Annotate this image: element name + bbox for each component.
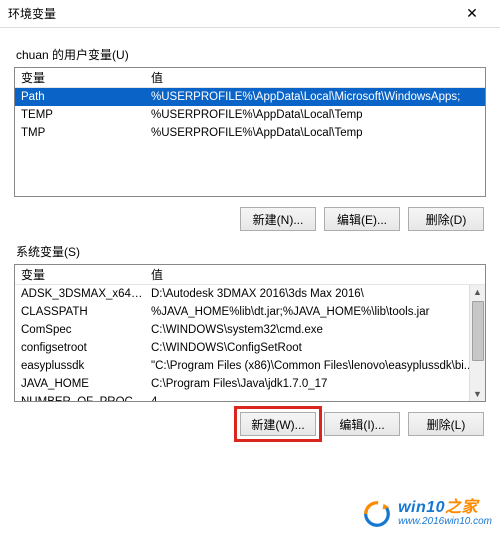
cell-value: D:\Autodesk 3DMAX 2016\3ds Max 2016\ — [145, 288, 485, 300]
table-row[interactable]: configsetroot C:\WINDOWS\ConfigSetRoot — [15, 339, 485, 357]
cell-name: CLASSPATH — [15, 306, 145, 318]
cell-value: C:\Program Files\Java\jdk1.7.0_17 — [145, 378, 485, 390]
watermark-brand-prefix: win10 — [398, 499, 445, 516]
watermark-brand-suffix: 之家 — [445, 499, 478, 516]
edit-user-var-button[interactable]: 编辑(E)... — [324, 207, 400, 231]
cell-value: %USERPROFILE%\AppData\Local\Temp — [145, 127, 485, 139]
cell-value: C:\WINDOWS\system32\cmd.exe — [145, 324, 485, 336]
user-vars-label: chuan 的用户变量(U) — [16, 46, 486, 63]
watermark-url: www.2016win10.com — [398, 517, 492, 528]
system-vars-label: 系统变量(S) — [16, 243, 486, 260]
delete-system-var-button[interactable]: 删除(L) — [408, 412, 484, 436]
table-row[interactable]: CLASSPATH %JAVA_HOME%lib\dt.jar;%JAVA_HO… — [15, 303, 485, 321]
cell-name: NUMBER_OF_PROCESSORS — [15, 396, 145, 402]
scroll-down-icon[interactable]: ▼ — [471, 387, 485, 401]
dialog-content: chuan 的用户变量(U) 变量 值 Path %USERPROFILE%\A… — [0, 28, 500, 454]
user-vars-buttons: 新建(N)... 编辑(E)... 删除(D) — [14, 207, 484, 231]
edit-system-var-button[interactable]: 编辑(I)... — [324, 412, 400, 436]
cell-name: ComSpec — [15, 324, 145, 336]
col-header-value[interactable]: 值 — [145, 69, 485, 86]
col-header-value[interactable]: 值 — [145, 266, 485, 283]
scrollbar[interactable]: ▲ ▼ — [469, 285, 485, 401]
table-row[interactable]: ADSK_3DSMAX_x64_2016 D:\Autodesk 3DMAX 2… — [15, 285, 485, 303]
scroll-up-icon[interactable]: ▲ — [471, 285, 485, 299]
watermark-text: win10之家 www.2016win10.com — [398, 500, 492, 527]
window-title: 环境变量 — [8, 5, 56, 22]
cell-name: ADSK_3DSMAX_x64_2016 — [15, 288, 145, 300]
new-system-var-button[interactable]: 新建(W)... — [240, 412, 316, 436]
system-vars-header: 变量 值 — [15, 265, 485, 285]
titlebar: 环境变量 ✕ — [0, 0, 500, 28]
cell-name: JAVA_HOME — [15, 378, 145, 390]
user-vars-header: 变量 值 — [15, 68, 485, 88]
cell-value: "C:\Program Files (x86)\Common Files\len… — [145, 360, 485, 372]
table-row[interactable]: easyplussdk "C:\Program Files (x86)\Comm… — [15, 357, 485, 375]
cell-value: %USERPROFILE%\AppData\Local\Microsoft\Wi… — [145, 91, 485, 103]
cell-name: TEMP — [15, 109, 145, 121]
cell-value: %JAVA_HOME%lib\dt.jar;%JAVA_HOME%\lib\to… — [145, 306, 485, 318]
close-icon[interactable]: ✕ — [452, 0, 492, 28]
cell-value: C:\WINDOWS\ConfigSetRoot — [145, 342, 485, 354]
table-row[interactable]: Path %USERPROFILE%\AppData\Local\Microso… — [15, 88, 485, 106]
scroll-thumb[interactable] — [472, 301, 484, 361]
cell-name: configsetroot — [15, 342, 145, 354]
table-row[interactable]: JAVA_HOME C:\Program Files\Java\jdk1.7.0… — [15, 375, 485, 393]
user-vars-list[interactable]: 变量 值 Path %USERPROFILE%\AppData\Local\Mi… — [14, 67, 486, 197]
cell-name: Path — [15, 91, 145, 103]
watermark: win10之家 www.2016win10.com — [362, 499, 492, 529]
system-vars-list[interactable]: 变量 值 ADSK_3DSMAX_x64_2016 D:\Autodesk 3D… — [14, 264, 486, 402]
col-header-name[interactable]: 变量 — [15, 266, 145, 283]
cell-name: easyplussdk — [15, 360, 145, 372]
table-row[interactable]: ComSpec C:\WINDOWS\system32\cmd.exe — [15, 321, 485, 339]
col-header-name[interactable]: 变量 — [15, 69, 145, 86]
cell-value: 4 — [145, 396, 485, 402]
system-vars-buttons: 新建(W)... 编辑(I)... 删除(L) — [14, 412, 484, 436]
table-row[interactable]: TEMP %USERPROFILE%\AppData\Local\Temp — [15, 106, 485, 124]
watermark-logo-icon — [362, 499, 392, 529]
table-row[interactable]: NUMBER_OF_PROCESSORS 4 — [15, 393, 485, 402]
table-row[interactable]: TMP %USERPROFILE%\AppData\Local\Temp — [15, 124, 485, 142]
new-user-var-button[interactable]: 新建(N)... — [240, 207, 316, 231]
delete-user-var-button[interactable]: 删除(D) — [408, 207, 484, 231]
cell-value: %USERPROFILE%\AppData\Local\Temp — [145, 109, 485, 121]
cell-name: TMP — [15, 127, 145, 139]
